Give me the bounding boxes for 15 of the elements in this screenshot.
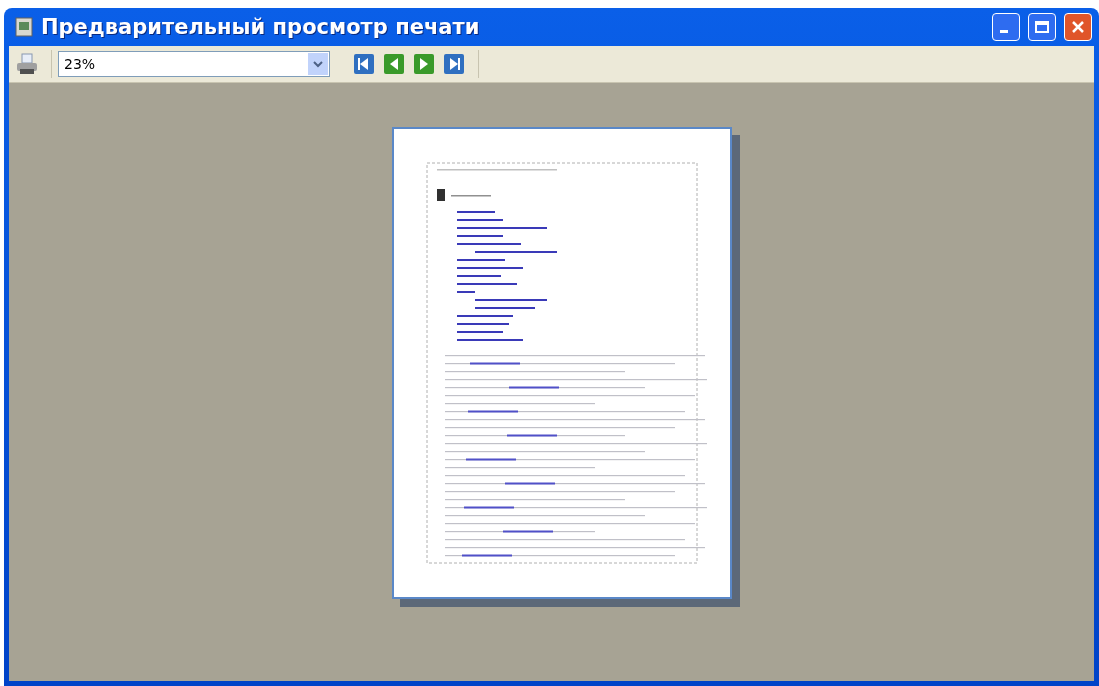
window-title: Предварительный просмотр печати: [41, 15, 481, 39]
maximize-icon: [1035, 21, 1049, 33]
page-nav-button[interactable]: [442, 52, 466, 76]
minimize-button[interactable]: [992, 13, 1020, 41]
close-button[interactable]: [1064, 13, 1092, 41]
zoom-combo-box[interactable]: 23%: [58, 51, 330, 77]
page-nav-button[interactable]: [352, 52, 376, 76]
minimize-icon: [1000, 30, 1008, 33]
chevron-down-icon: [313, 60, 323, 68]
page-nav-button[interactable]: [382, 52, 406, 76]
printer-icon[interactable]: [15, 52, 39, 76]
maximize-button[interactable]: [1028, 13, 1056, 41]
window-icon: [15, 17, 33, 37]
page-nav-button[interactable]: [412, 52, 436, 76]
close-icon: [1071, 20, 1085, 34]
